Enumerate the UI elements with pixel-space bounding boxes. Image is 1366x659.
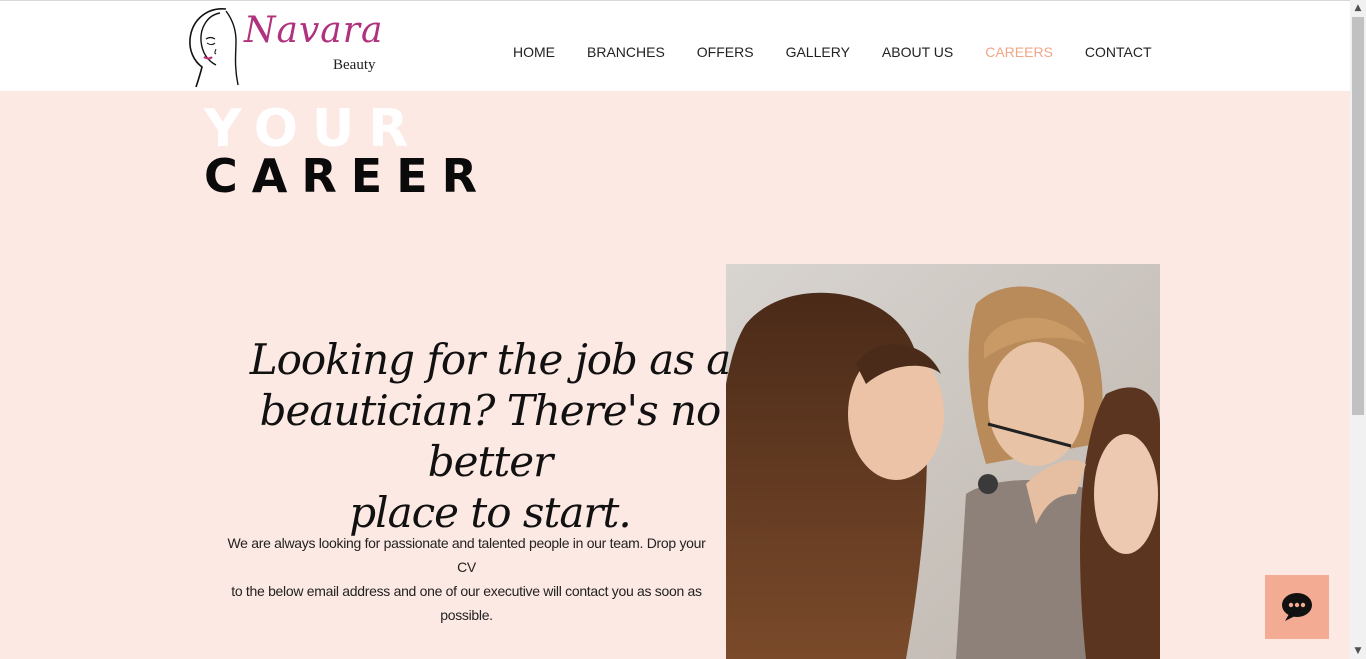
nav-item-about-us[interactable]: ABOUT US — [866, 42, 969, 62]
nav-item-branches[interactable]: BRANCHES — [571, 42, 681, 62]
nav-item-gallery[interactable]: GALLERY — [770, 42, 866, 62]
careers-description: We are always looking for passionate and… — [218, 531, 715, 627]
makeup-artists-photo — [726, 264, 1160, 659]
brand-subtitle: Beauty — [333, 57, 376, 73]
nav-item-contact[interactable]: CONTACT — [1069, 42, 1168, 62]
description-line: possible. — [440, 607, 493, 623]
woman-face-icon — [189, 8, 239, 88]
careers-hero: YOUR CAREER Looking for the job as a bea… — [0, 91, 1350, 659]
title-career: CAREER — [204, 149, 492, 203]
description-line: We are always looking for passionate and… — [227, 535, 706, 575]
headline-line: beautician? There's no better — [259, 386, 722, 486]
headline-line: Looking for the job as a — [249, 335, 732, 384]
brand-logo[interactable]: Navara Beauty — [186, 5, 396, 89]
description-line: to the below email address and one of ou… — [231, 583, 702, 599]
vertical-scrollbar[interactable]: ▲ ▼ — [1350, 0, 1366, 659]
nav-item-home[interactable]: HOME — [497, 42, 571, 62]
scroll-thumb[interactable] — [1352, 17, 1364, 415]
nav-item-offers[interactable]: OFFERS — [681, 42, 770, 62]
headline-line: place to start. — [349, 488, 631, 537]
nav-item-careers[interactable]: CAREERS — [969, 42, 1069, 62]
site-header: Navara Beauty HOME BRANCHES OFFERS GALLE… — [0, 0, 1350, 91]
photo-illustration — [726, 264, 1160, 659]
page: Navara Beauty HOME BRANCHES OFFERS GALLE… — [0, 0, 1366, 659]
title-your: YOUR — [204, 99, 423, 159]
scroll-up-icon[interactable]: ▲ — [1350, 0, 1366, 16]
chat-button[interactable] — [1265, 575, 1329, 639]
main-nav: HOME BRANCHES OFFERS GALLERY ABOUT US CA… — [497, 42, 1168, 62]
scroll-down-icon[interactable]: ▼ — [1350, 643, 1366, 659]
brand-name: Navara — [244, 10, 384, 51]
careers-headline: Looking for the job as a beautician? The… — [200, 334, 780, 538]
chat-bubble-icon — [1282, 593, 1312, 621]
